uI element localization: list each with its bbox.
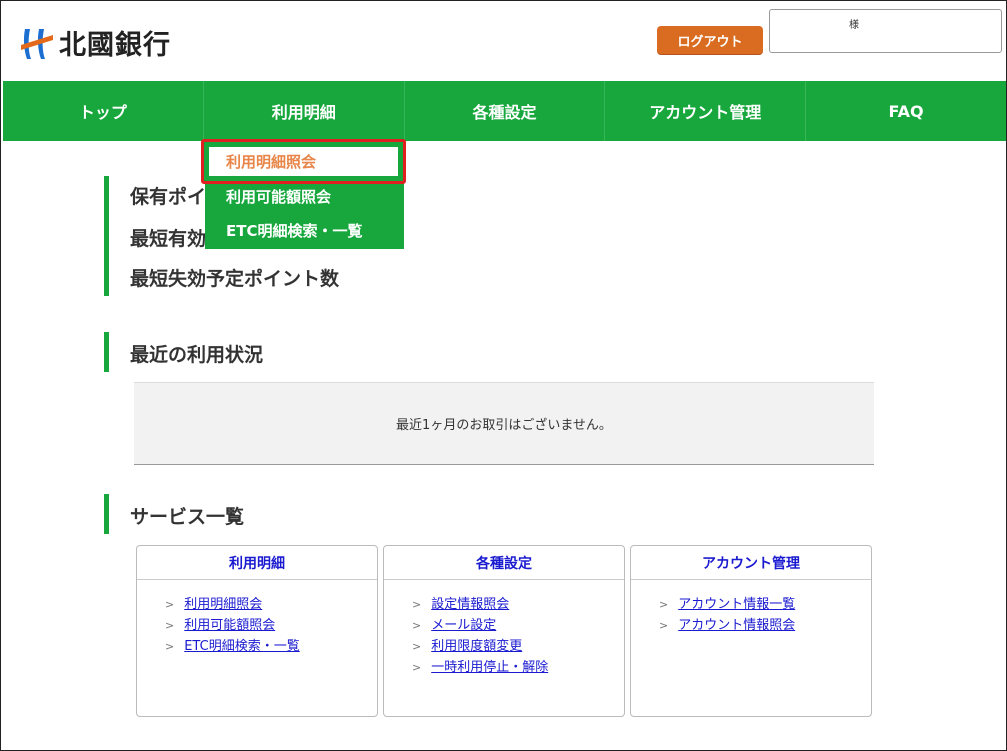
recent-usage-title: 最近の利用状況	[130, 344, 264, 366]
nav-top[interactable]: トップ	[3, 81, 204, 141]
expiring-points-label: 最短失効予定ポイント数	[130, 268, 340, 290]
bank-logo-icon	[21, 28, 53, 59]
link-available-amount[interactable]: 利用可能額照会	[184, 615, 275, 636]
link-mail-settings[interactable]: メール設定	[431, 615, 496, 636]
chevron-right-icon: >	[412, 640, 422, 653]
list-item: > 利用可能額照会	[165, 615, 377, 636]
link-usage-inquiry[interactable]: 利用明細照会	[184, 594, 262, 615]
shortest-valid-label: 最短有効	[130, 228, 207, 250]
list-item: > 利用限度額変更	[412, 636, 624, 657]
service-list-title: サービス一覧	[130, 506, 245, 528]
dropdown-item-etc-search[interactable]: ETC明細検索・一覧	[205, 213, 404, 247]
chevron-right-icon: >	[412, 598, 422, 611]
list-item: > 一時利用停止・解除	[412, 657, 624, 678]
service-card-usage: 利用明細 > 利用明細照会 > 利用可能額照会 > ETC明細検索・一覧	[136, 545, 378, 717]
dropdown-item-usage-inquiry[interactable]: 利用明細照会	[209, 147, 398, 176]
chevron-right-icon: >	[412, 619, 422, 632]
service-list-heading: サービス一覧	[104, 494, 609, 534]
logout-button[interactable]: ログアウト	[657, 26, 763, 54]
card-title: アカウント管理	[631, 546, 871, 580]
chevron-right-icon: >	[412, 661, 422, 674]
link-etc-search[interactable]: ETC明細検索・一覧	[184, 636, 299, 657]
user-name-box: 様	[769, 9, 1002, 53]
chevron-right-icon: >	[165, 640, 175, 653]
main-nav: トップ 利用明細 各種設定 アカウント管理 FAQ	[3, 81, 1006, 141]
list-item: > アカウント情報一覧	[659, 594, 871, 615]
recent-empty-message: 最近1ヶ月のお取引はございません。	[396, 418, 612, 433]
nav-settings[interactable]: 各種設定	[405, 81, 606, 141]
chevron-right-icon: >	[165, 598, 175, 611]
user-suffix: 様	[849, 20, 859, 31]
header: 北國銀行 ログアウト 様	[1, 1, 1006, 81]
link-limit-change[interactable]: 利用限度額変更	[431, 636, 522, 657]
chevron-right-icon: >	[165, 619, 175, 632]
dropdown-item-available-amount[interactable]: 利用可能額照会	[205, 179, 404, 213]
card-title: 各種設定	[384, 546, 624, 580]
dropdown-item-highlight: 利用明細照会	[201, 139, 406, 184]
link-suspend-resume[interactable]: 一時利用停止・解除	[431, 657, 548, 678]
points-summary: 保有ポイ 最短有効 最短失効予定ポイント数	[104, 176, 339, 296]
card-title: 利用明細	[137, 546, 377, 580]
list-item: > メール設定	[412, 615, 624, 636]
link-account-inquiry[interactable]: アカウント情報照会	[678, 615, 795, 636]
service-card-account: アカウント管理 > アカウント情報一覧 > アカウント情報照会	[630, 545, 872, 717]
list-item: > 設定情報照会	[412, 594, 624, 615]
chevron-right-icon: >	[659, 598, 669, 611]
chevron-right-icon: >	[659, 619, 669, 632]
link-account-list[interactable]: アカウント情報一覧	[678, 594, 795, 615]
recent-usage-heading: 最近の利用状況	[104, 332, 609, 372]
nav-account-management[interactable]: アカウント管理	[605, 81, 807, 141]
nav-faq[interactable]: FAQ	[806, 81, 1006, 141]
list-item: > アカウント情報照会	[659, 615, 871, 636]
logo[interactable]: 北國銀行	[19, 23, 171, 62]
recent-usage-box: 最近1ヶ月のお取引はございません。	[134, 382, 874, 465]
held-points-label: 保有ポイ	[130, 186, 207, 208]
logo-text: 北國銀行	[59, 30, 171, 61]
nav-usage-details[interactable]: 利用明細	[204, 81, 405, 141]
list-item: > 利用明細照会	[165, 594, 377, 615]
service-card-settings: 各種設定 > 設定情報照会 > メール設定 > 利用限度額変更 > 一時利用停止・解除	[383, 545, 625, 717]
list-item: > ETC明細検索・一覧	[165, 636, 377, 657]
link-settings-inquiry[interactable]: 設定情報照会	[431, 594, 509, 615]
